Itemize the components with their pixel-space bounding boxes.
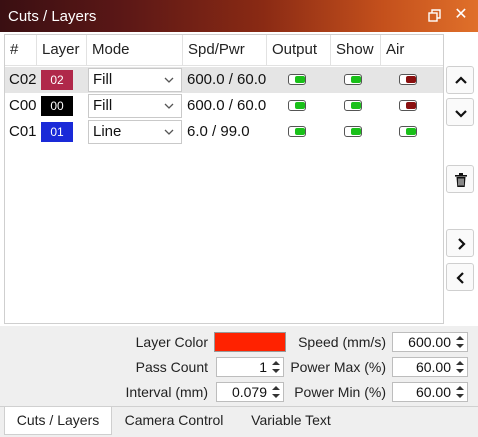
header-divider <box>5 65 443 66</box>
show-toggle[interactable] <box>344 74 362 85</box>
close-icon[interactable]: ✕ <box>452 5 470 25</box>
layer-swatch[interactable]: 00 <box>41 96 73 116</box>
spin-arrows-icon[interactable] <box>270 359 282 375</box>
expand-right-button[interactable] <box>446 229 474 257</box>
chevron-down-icon <box>163 121 175 143</box>
layer-properties: Layer Color Pass Count 1 Interval (mm) 0… <box>0 326 478 406</box>
air-toggle[interactable] <box>399 100 417 111</box>
mode-value: Fill <box>93 71 113 88</box>
move-down-button[interactable] <box>446 98 474 126</box>
power-min-value: 60.00 <box>415 384 451 400</box>
expand-right-icon <box>458 238 466 250</box>
row-id: C01 <box>9 123 37 140</box>
spin-arrows-icon[interactable] <box>270 384 282 400</box>
power-max-label: Power Max (%) <box>290 359 386 375</box>
power-max-value: 60.00 <box>415 359 451 375</box>
mode-select[interactable]: Fill <box>88 68 182 92</box>
spin-arrows-icon[interactable] <box>454 384 466 400</box>
air-toggle[interactable] <box>399 74 417 85</box>
col-header-number: # <box>5 35 37 65</box>
collapse-left-button[interactable] <box>446 263 474 291</box>
layer-color-swatch[interactable] <box>214 332 286 352</box>
speed-spinbox[interactable]: 600.00 <box>392 332 468 352</box>
output-toggle[interactable] <box>288 100 306 111</box>
spd-pwr-value: 600.0 / 60.0 <box>187 97 267 114</box>
tab-variable-text[interactable]: Variable Text <box>236 407 346 433</box>
speed-value: 600.00 <box>408 334 451 350</box>
interval-value: 0.079 <box>231 384 267 400</box>
row-id: C00 <box>9 97 37 114</box>
delete-icon <box>455 173 467 187</box>
col-header-show: Show <box>331 35 381 65</box>
power-min-spinbox[interactable]: 60.00 <box>392 382 468 402</box>
show-toggle[interactable] <box>344 100 362 111</box>
tab-cuts-layers[interactable]: Cuts / Layers <box>4 407 112 435</box>
power-max-spinbox[interactable]: 60.00 <box>392 357 468 377</box>
interval-spinbox[interactable]: 0.079 <box>216 382 284 402</box>
col-header-output: Output <box>267 35 331 65</box>
interval-label: Interval (mm) <box>125 384 208 400</box>
row-id: C02 <box>9 71 37 88</box>
spd-pwr-value: 6.0 / 99.0 <box>187 123 250 140</box>
pass-count-value: 1 <box>259 359 267 375</box>
col-header-layer: Layer <box>37 35 87 65</box>
power-min-label: Power Min (%) <box>294 384 386 400</box>
table-row[interactable]: C02 02 Fill 600.0 / 60.0 <box>5 67 443 93</box>
move-up-button[interactable] <box>446 66 474 94</box>
table-row[interactable]: C00 00 Fill 600.0 / 60.0 <box>5 93 443 119</box>
mode-value: Line <box>93 123 122 140</box>
layer-swatch[interactable]: 01 <box>41 122 73 142</box>
output-toggle[interactable] <box>288 126 306 137</box>
spin-arrows-icon[interactable] <box>454 334 466 350</box>
layer-swatch[interactable]: 02 <box>41 70 73 90</box>
move-up-icon <box>455 76 467 84</box>
pass-count-spinbox[interactable]: 1 <box>216 357 284 377</box>
title-bar: Cuts / Layers ✕ <box>0 0 478 32</box>
col-header-mode: Mode <box>87 35 183 65</box>
chevron-down-icon <box>163 69 175 91</box>
spin-arrows-icon[interactable] <box>454 359 466 375</box>
layer-color-label: Layer Color <box>135 334 208 350</box>
move-down-icon <box>455 110 467 118</box>
tab-camera-control[interactable]: Camera Control <box>114 407 234 433</box>
speed-label: Speed (mm/s) <box>298 334 386 350</box>
mode-value: Fill <box>93 97 113 114</box>
output-toggle[interactable] <box>288 74 306 85</box>
spd-pwr-value: 600.0 / 60.0 <box>187 71 267 88</box>
bottom-tab-bar: Cuts / Layers Camera Control Variable Te… <box>0 406 478 437</box>
mode-select[interactable]: Fill <box>88 94 182 118</box>
air-toggle[interactable] <box>399 126 417 137</box>
mode-select[interactable]: Line <box>88 120 182 144</box>
collapse-left-icon <box>456 272 464 284</box>
col-header-air: Air <box>386 41 405 58</box>
pass-count-label: Pass Count <box>135 359 208 375</box>
window-title: Cuts / Layers <box>8 8 97 25</box>
table-row[interactable]: C01 01 Line 6.0 / 99.0 <box>5 119 443 145</box>
layers-table: # Layer Mode Spd/Pwr Output Show Air C02… <box>4 34 444 324</box>
float-window-icon[interactable] <box>428 9 442 23</box>
delete-button[interactable] <box>446 165 474 193</box>
show-toggle[interactable] <box>344 126 362 137</box>
col-header-spd-pwr: Spd/Pwr <box>183 35 267 65</box>
chevron-down-icon <box>163 95 175 117</box>
